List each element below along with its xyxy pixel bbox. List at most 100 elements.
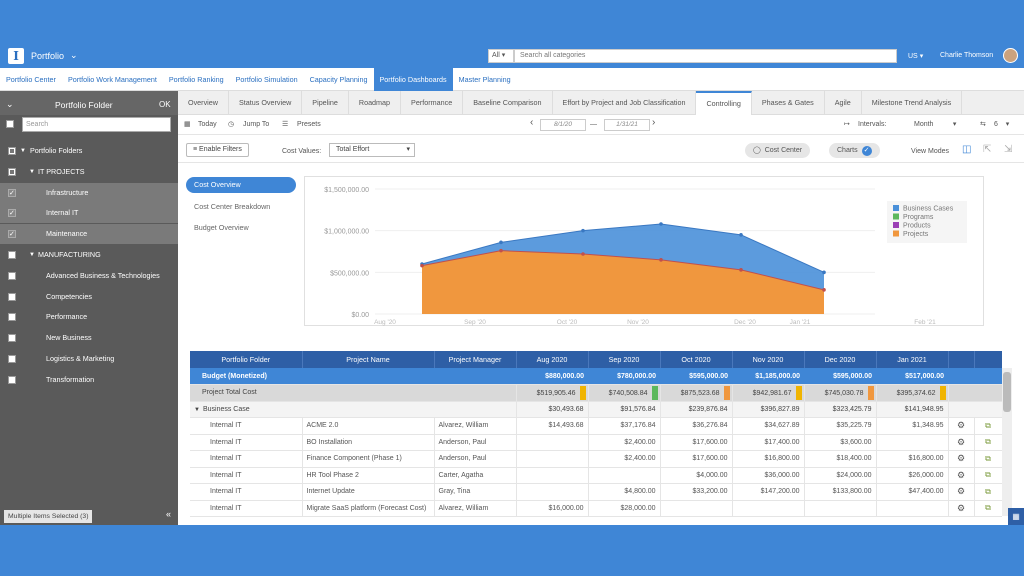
- search-category-select[interactable]: All ▾: [488, 49, 514, 63]
- view-tab-status-overview[interactable]: Status Overview: [229, 91, 303, 115]
- view-tab-agile[interactable]: Agile: [825, 91, 862, 115]
- data-point-business-cases[interactable]: [739, 233, 743, 237]
- gear-icon[interactable]: ⚙: [948, 467, 975, 484]
- sidebar-item-advanced-business-technologies[interactable]: Advanced Business & Technologies: [0, 266, 178, 286]
- locale-select[interactable]: US ▾: [908, 52, 923, 60]
- data-point-projects[interactable]: [499, 248, 503, 253]
- data-point-projects[interactable]: [659, 258, 663, 262]
- data-point-projects[interactable]: [739, 268, 743, 272]
- copy-icon[interactable]: ⧉: [974, 450, 1002, 468]
- legend-label[interactable]: Business Cases: [903, 206, 954, 213]
- table-row[interactable]: Internal IT ACME 2.0 Alvarez, William $14,4…: [190, 417, 1002, 435]
- legend-label[interactable]: Products: [903, 223, 931, 230]
- copy-icon[interactable]: ⧉: [974, 417, 1002, 435]
- checkbox[interactable]: [8, 225, 16, 245]
- content-nav-budget-overview[interactable]: Budget Overview: [186, 220, 296, 236]
- app-title[interactable]: Portfolio: [31, 51, 64, 61]
- view-tab-roadmap[interactable]: Roadmap: [349, 91, 402, 115]
- checkbox[interactable]: [8, 167, 16, 176]
- project-name-cell[interactable]: ACME 2.0: [302, 417, 435, 435]
- view-tab-phases-gates[interactable]: Phases & Gates: [752, 91, 825, 115]
- content-nav-cost-center-breakdown[interactable]: Cost Center Breakdown: [186, 199, 296, 215]
- avatar[interactable]: [1003, 48, 1018, 63]
- sidebar-ok-button[interactable]: OK: [159, 100, 171, 109]
- jump-to-button[interactable]: Jump To: [243, 119, 269, 131]
- copy-icon[interactable]: ⧉: [974, 467, 1002, 484]
- module-tab-portfolio-work-management[interactable]: Portfolio Work Management: [62, 68, 163, 91]
- select-all-checkbox[interactable]: [6, 120, 14, 128]
- gear-icon[interactable]: ⚙: [948, 434, 975, 451]
- column-header-portfolio-folder[interactable]: Portfolio Folder: [190, 351, 303, 368]
- column-header-oct-2020[interactable]: Oct 2020: [660, 351, 733, 368]
- checkbox[interactable]: [8, 147, 16, 155]
- app-logo-icon[interactable]: I: [8, 48, 24, 64]
- column-header-project-name[interactable]: Project Name: [302, 351, 435, 368]
- legend-label[interactable]: Projects: [903, 231, 929, 238]
- split-view-icon[interactable]: ◫: [962, 144, 971, 156]
- user-name[interactable]: Charlie Thomson: [940, 52, 993, 59]
- view-tab-pipeline[interactable]: Pipeline: [302, 91, 349, 115]
- copy-icon[interactable]: ⧉: [974, 434, 1002, 451]
- sidebar-item-performance[interactable]: Performance: [0, 307, 178, 327]
- module-tab-master-planning[interactable]: Master Planning: [453, 68, 517, 91]
- caret-down-icon[interactable]: ▼: [20, 141, 26, 161]
- table-row[interactable]: Internal IT Migrate SaaS platform (Foreca…: [190, 500, 1002, 517]
- project-name-cell[interactable]: Finance Component (Phase 1): [302, 450, 435, 468]
- clock-icon[interactable]: ◷: [228, 119, 234, 131]
- view-tab-milestone-trend-analysis[interactable]: Milestone Trend Analysis: [862, 91, 963, 115]
- sidebar-item-transformation[interactable]: Transformation: [0, 370, 178, 390]
- caret-down-icon[interactable]: ▼: [194, 407, 200, 413]
- gear-icon[interactable]: ⚙: [948, 417, 975, 435]
- caret-down-icon[interactable]: ▼: [29, 162, 35, 182]
- enable-filters-button[interactable]: ≡ Enable Filters: [186, 143, 249, 157]
- checkbox[interactable]: [8, 313, 16, 322]
- project-name-cell[interactable]: HR Tool Phase 2: [302, 467, 435, 484]
- table-scrollbar-thumb[interactable]: [1003, 372, 1011, 412]
- module-tab-portfolio-dashboards[interactable]: Portfolio Dashboards: [373, 68, 453, 91]
- sidebar-item-manufacturing[interactable]: ▼ MANUFACTURING: [0, 245, 178, 265]
- sidebar-item-new-business[interactable]: New Business: [0, 328, 178, 348]
- project-name-cell[interactable]: Migrate SaaS platform (Forecast Cost): [302, 500, 435, 517]
- column-header-project-manager[interactable]: Project Manager: [434, 351, 517, 368]
- table-row[interactable]: Internal IT HR Tool Phase 2 Carter, Agatha…: [190, 467, 1002, 484]
- sidebar-search-input[interactable]: Search: [22, 117, 171, 132]
- checkbox[interactable]: [8, 355, 16, 363]
- today-button[interactable]: Today: [198, 119, 217, 131]
- data-point-projects[interactable]: [420, 263, 424, 268]
- caret-down-icon[interactable]: ▼: [29, 245, 35, 265]
- checkbox[interactable]: [8, 375, 16, 384]
- project-name-cell[interactable]: Internet Update: [302, 483, 435, 501]
- legend-label[interactable]: Programs: [903, 214, 934, 221]
- view-tab-controlling[interactable]: Controlling: [696, 91, 752, 115]
- checkbox[interactable]: [8, 292, 16, 301]
- checkbox[interactable]: [8, 271, 16, 280]
- chevron-down-icon[interactable]: ⌄: [6, 99, 14, 110]
- module-tab-capacity-planning[interactable]: Capacity Planning: [304, 68, 374, 91]
- interval-count-select[interactable]: 6 ▾: [994, 119, 1009, 131]
- data-point-business-cases[interactable]: [581, 228, 585, 233]
- view-tab-overview[interactable]: Overview: [178, 91, 229, 115]
- global-search-input[interactable]: Search all categories: [514, 49, 897, 63]
- table-row[interactable]: Internal IT Internet Update Gray, Tina $4,8…: [190, 483, 1002, 501]
- cost-values-select[interactable]: Total Effort ▾: [329, 143, 415, 157]
- sidebar-item-infrastructure[interactable]: Infrastructure: [0, 182, 178, 204]
- date-to-input[interactable]: 1/31/21: [604, 119, 650, 131]
- sidebar-item-portfolio-folders[interactable]: ▼ Portfolio Folders: [0, 141, 178, 161]
- content-nav-cost-overview[interactable]: Cost Overview: [186, 177, 296, 193]
- cost-center-toggle[interactable]: ◯ Cost Center: [745, 143, 811, 158]
- sidebar-item-it-projects[interactable]: ▼ IT PROJECTS: [0, 162, 178, 182]
- previous-period-icon[interactable]: ‹: [530, 117, 533, 129]
- view-tab-effort-by-project-and-job-classification[interactable]: Effort by Project and Job Classification: [553, 91, 697, 115]
- project-name-cell[interactable]: BO Installation: [302, 434, 435, 451]
- calendar-icon[interactable]: ▦: [184, 119, 191, 131]
- data-point-business-cases[interactable]: [822, 270, 826, 275]
- next-period-icon[interactable]: ›: [652, 117, 655, 129]
- presets-icon[interactable]: ☰: [282, 119, 288, 131]
- date-from-input[interactable]: 8/1/20: [540, 119, 586, 131]
- collapse-sidebar-icon[interactable]: «: [166, 509, 171, 519]
- gear-icon[interactable]: ⚙: [948, 450, 975, 468]
- sidebar-item-logistics-marketing[interactable]: Logistics & Marketing: [0, 349, 178, 369]
- presets-button[interactable]: Presets: [297, 119, 321, 131]
- column-header-aug-2020[interactable]: Aug 2020: [516, 351, 589, 368]
- business-case-row[interactable]: ▼ Business Case $30,493.68 $91,576.84 $239,8…: [190, 401, 1002, 418]
